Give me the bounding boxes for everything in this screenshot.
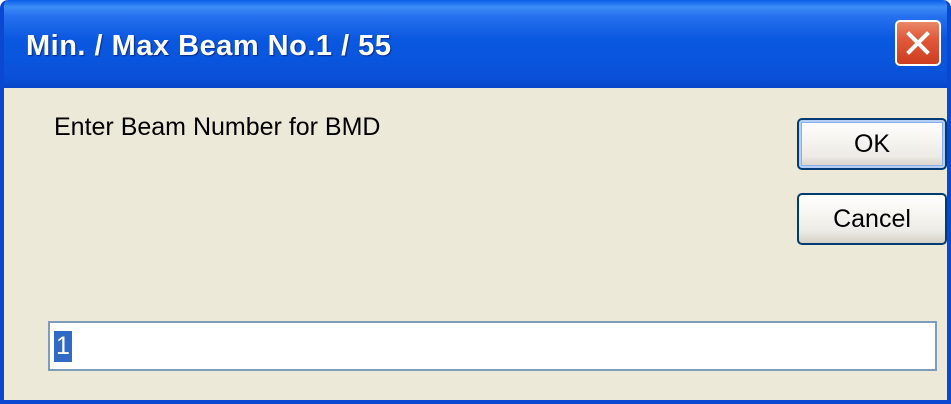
cancel-button[interactable]: Cancel bbox=[797, 193, 947, 245]
close-icon bbox=[906, 31, 930, 55]
window-title: Min. / Max Beam No.1 / 55 bbox=[26, 30, 392, 62]
close-button[interactable] bbox=[895, 20, 941, 66]
prompt-label: Enter Beam Number for BMD bbox=[54, 113, 381, 141]
ok-button[interactable]: OK bbox=[797, 118, 947, 170]
input-selected-text: 1 bbox=[54, 331, 72, 362]
dialog-window: Min. / Max Beam No.1 / 55 Enter Beam Num… bbox=[0, 0, 951, 404]
title-bar[interactable]: Min. / Max Beam No.1 / 55 bbox=[4, 0, 947, 88]
beam-number-input[interactable]: 1 bbox=[48, 321, 937, 371]
